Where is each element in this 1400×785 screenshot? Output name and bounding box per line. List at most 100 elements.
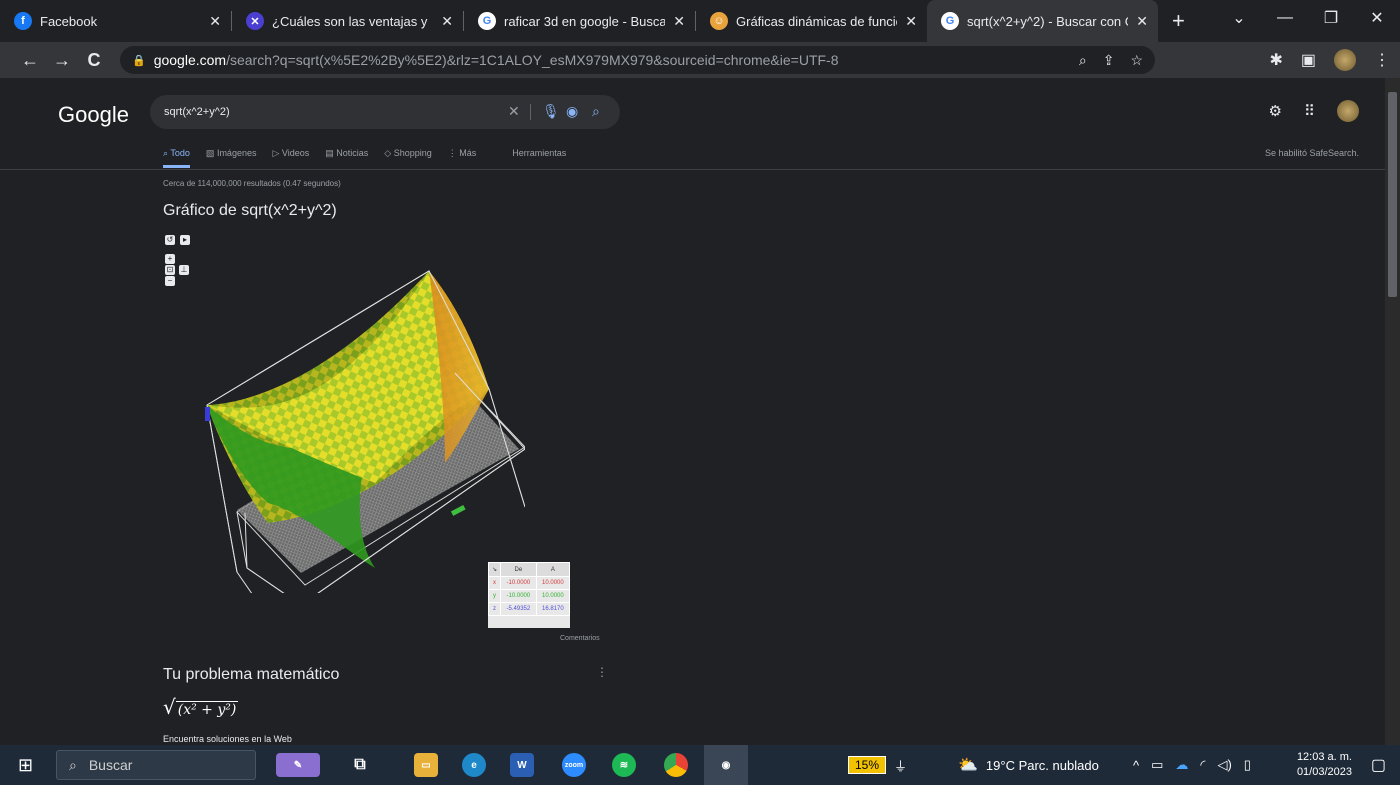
zoom-in-button[interactable]: + bbox=[165, 254, 175, 264]
tab-todo[interactable]: ⌕ Todo bbox=[163, 148, 190, 168]
clock-time: 12:03 a. m. bbox=[1296, 751, 1352, 763]
y-from-input[interactable]: -10.0000 bbox=[500, 589, 537, 603]
taskbar-search-label: Buscar bbox=[88, 757, 133, 773]
x-from-input[interactable]: -10.0000 bbox=[500, 576, 537, 590]
search-input[interactable]: sqrt(x^2+y^2) bbox=[164, 106, 230, 118]
tab-title: Facebook bbox=[40, 13, 98, 29]
browser-tab[interactable]: ☺ Gráficas dinámicas de funcio ✕ bbox=[696, 0, 927, 42]
menu-icon[interactable]: ⋮ bbox=[1374, 50, 1390, 70]
tab-title: sqrt(x^2+y^2) - Buscar con G bbox=[967, 13, 1129, 29]
charging-icon: ⏚ bbox=[894, 758, 908, 774]
tools-button[interactable]: Herramientas bbox=[512, 148, 566, 168]
apps-grid-icon[interactable]: ⠿ bbox=[1304, 102, 1315, 120]
mic-icon[interactable]: 🎙 bbox=[542, 103, 560, 120]
share-icon[interactable]: ⇪ bbox=[1103, 52, 1115, 69]
tab-label: Videos bbox=[281, 148, 310, 158]
browser-tab[interactable]: Gsqrt(x^2+y^2) - Buscar con G ✕ bbox=[927, 0, 1158, 42]
spotify-icon[interactable]: ≋ bbox=[612, 753, 636, 777]
search-icon[interactable]: ⌕ bbox=[592, 103, 600, 120]
search-box[interactable]: sqrt(x^2+y^2) ✕ 🎙 ◉ ⌕ bbox=[150, 95, 620, 129]
show-hidden-icons-icon[interactable]: ^ bbox=[1133, 758, 1139, 773]
windows-start-icon[interactable]: ⊞ bbox=[18, 755, 33, 776]
tab-search-icon[interactable]: ⌄ bbox=[1216, 0, 1262, 36]
settings-gear-icon[interactable]: ⚙ bbox=[1269, 102, 1282, 120]
corner-cell: ↘ bbox=[488, 562, 501, 577]
google-icon: G bbox=[478, 12, 496, 30]
scrollbar-thumb[interactable] bbox=[1388, 92, 1397, 297]
reset-view-button[interactable]: ↺ bbox=[165, 235, 175, 245]
tab-mas[interactable]: ⋮ Más bbox=[448, 148, 477, 168]
url-path: /search?q=sqrt(x%5E2%2By%5E2)&rlz=1C1ALO… bbox=[226, 52, 839, 68]
back-button[interactable]: ← bbox=[14, 50, 46, 71]
more-options-icon[interactable]: ⋮ bbox=[596, 665, 608, 679]
edge-icon[interactable]: e bbox=[462, 753, 486, 777]
widgets-icon[interactable]: ✎ bbox=[276, 753, 320, 777]
tab-close-icon[interactable]: ✕ bbox=[905, 13, 917, 30]
tab-close-icon[interactable]: ✕ bbox=[673, 13, 685, 30]
tab-close-icon[interactable]: ✕ bbox=[209, 13, 221, 30]
side-panel-icon[interactable]: ▣ bbox=[1301, 50, 1316, 70]
tab-imagenes[interactable]: ▧ Imágenes bbox=[206, 148, 257, 168]
z-from-input[interactable]: -5.49352 bbox=[500, 602, 537, 616]
tab-close-icon[interactable]: ✕ bbox=[1136, 13, 1148, 30]
weather-widget[interactable]: ⛅ 19°C Parc. nublado bbox=[958, 745, 1099, 785]
lens-icon[interactable]: ◉ bbox=[566, 103, 578, 120]
file-explorer-icon[interactable]: ▭ bbox=[414, 753, 438, 777]
safesearch-notice[interactable]: Se habilitó SafeSearch. bbox=[1265, 148, 1359, 158]
google-logo[interactable]: Google bbox=[58, 102, 129, 128]
restore-button[interactable]: ❐ bbox=[1308, 0, 1354, 36]
browser-tab[interactable]: ✕ ¿Cuáles son las ventajas y ✕ bbox=[232, 0, 463, 42]
3d-surface-plot[interactable] bbox=[185, 263, 525, 593]
onedrive-icon[interactable]: ☁ bbox=[1175, 757, 1188, 773]
account-avatar[interactable] bbox=[1337, 100, 1359, 122]
site-icon: ✕ bbox=[246, 12, 264, 30]
y-to-input[interactable]: 10.0000 bbox=[535, 589, 571, 603]
axis-z-label: z bbox=[488, 602, 501, 616]
tab-noticias[interactable]: ▤ Noticias bbox=[325, 148, 368, 168]
volume-icon[interactable]: ◁) bbox=[1217, 757, 1231, 773]
taskbar-search[interactable]: ⌕ Buscar bbox=[56, 750, 256, 780]
address-bar[interactable]: 🔒 google.com/search?q=sqrt(x%5E2%2By%5E2… bbox=[120, 46, 1155, 74]
chrome-icon[interactable] bbox=[664, 753, 688, 777]
bookmark-star-icon[interactable]: ☆ bbox=[1130, 52, 1143, 69]
battery-indicator[interactable]: 15% ⏚ bbox=[848, 745, 907, 785]
tab-label: Todo bbox=[170, 148, 190, 158]
chrome-profile-app[interactable]: ◉ bbox=[704, 745, 748, 785]
tab-videos[interactable]: ▷ Videos bbox=[272, 148, 309, 168]
zoom-out-button[interactable]: − bbox=[165, 276, 175, 286]
new-tab-button[interactable]: + bbox=[1158, 8, 1199, 34]
reload-button[interactable]: C bbox=[78, 50, 110, 71]
zoom-icon[interactable]: ⌕ bbox=[1079, 52, 1087, 69]
x-to-input[interactable]: 10.0000 bbox=[535, 576, 571, 590]
zoom-fit-button[interactable]: ⊡ bbox=[165, 265, 175, 275]
tab-shopping[interactable]: ◇ Shopping bbox=[384, 148, 431, 168]
y-axis-marker bbox=[450, 504, 466, 516]
minimize-button[interactable]: — bbox=[1262, 0, 1308, 36]
device-icon[interactable]: ▭ bbox=[1151, 757, 1163, 773]
comments-link[interactable]: Comentarios bbox=[560, 635, 600, 642]
browser-tab[interactable]: Graficar 3d en google - Buscar ✕ bbox=[464, 0, 695, 42]
header-divider bbox=[0, 169, 1385, 170]
header-to: A bbox=[535, 562, 571, 577]
google-icon: G bbox=[941, 12, 959, 30]
tab-close-icon[interactable]: ✕ bbox=[441, 13, 453, 30]
tab-label: Noticias bbox=[336, 148, 369, 158]
close-window-button[interactable]: ✕ bbox=[1354, 0, 1400, 36]
problem-title: Tu problema matemático bbox=[163, 666, 340, 683]
forward-button[interactable]: → bbox=[46, 50, 78, 71]
animate-button[interactable]: ▸ bbox=[180, 235, 190, 245]
page-scrollbar[interactable] bbox=[1385, 78, 1400, 745]
taskbar-clock[interactable]: 12:03 a. m. 01/03/2023 bbox=[1297, 750, 1352, 780]
zoom-icon[interactable]: zoom bbox=[562, 753, 586, 777]
partly-cloudy-icon: ⛅ bbox=[958, 757, 978, 774]
word-icon[interactable]: W bbox=[510, 753, 534, 777]
battery-icon[interactable]: ▯ bbox=[1244, 757, 1251, 773]
task-view-icon[interactable]: ⧉ bbox=[348, 753, 372, 777]
wifi-icon[interactable]: ◜ bbox=[1200, 757, 1205, 773]
profile-avatar[interactable] bbox=[1334, 49, 1356, 71]
browser-tab[interactable]: f Facebook ✕ bbox=[0, 0, 231, 42]
clear-icon[interactable]: ✕ bbox=[508, 103, 520, 120]
extensions-icon[interactable]: ✱ bbox=[1269, 50, 1282, 70]
notifications-icon[interactable]: ▢ bbox=[1371, 755, 1386, 775]
z-to-input[interactable]: 16.8170 bbox=[535, 602, 571, 616]
